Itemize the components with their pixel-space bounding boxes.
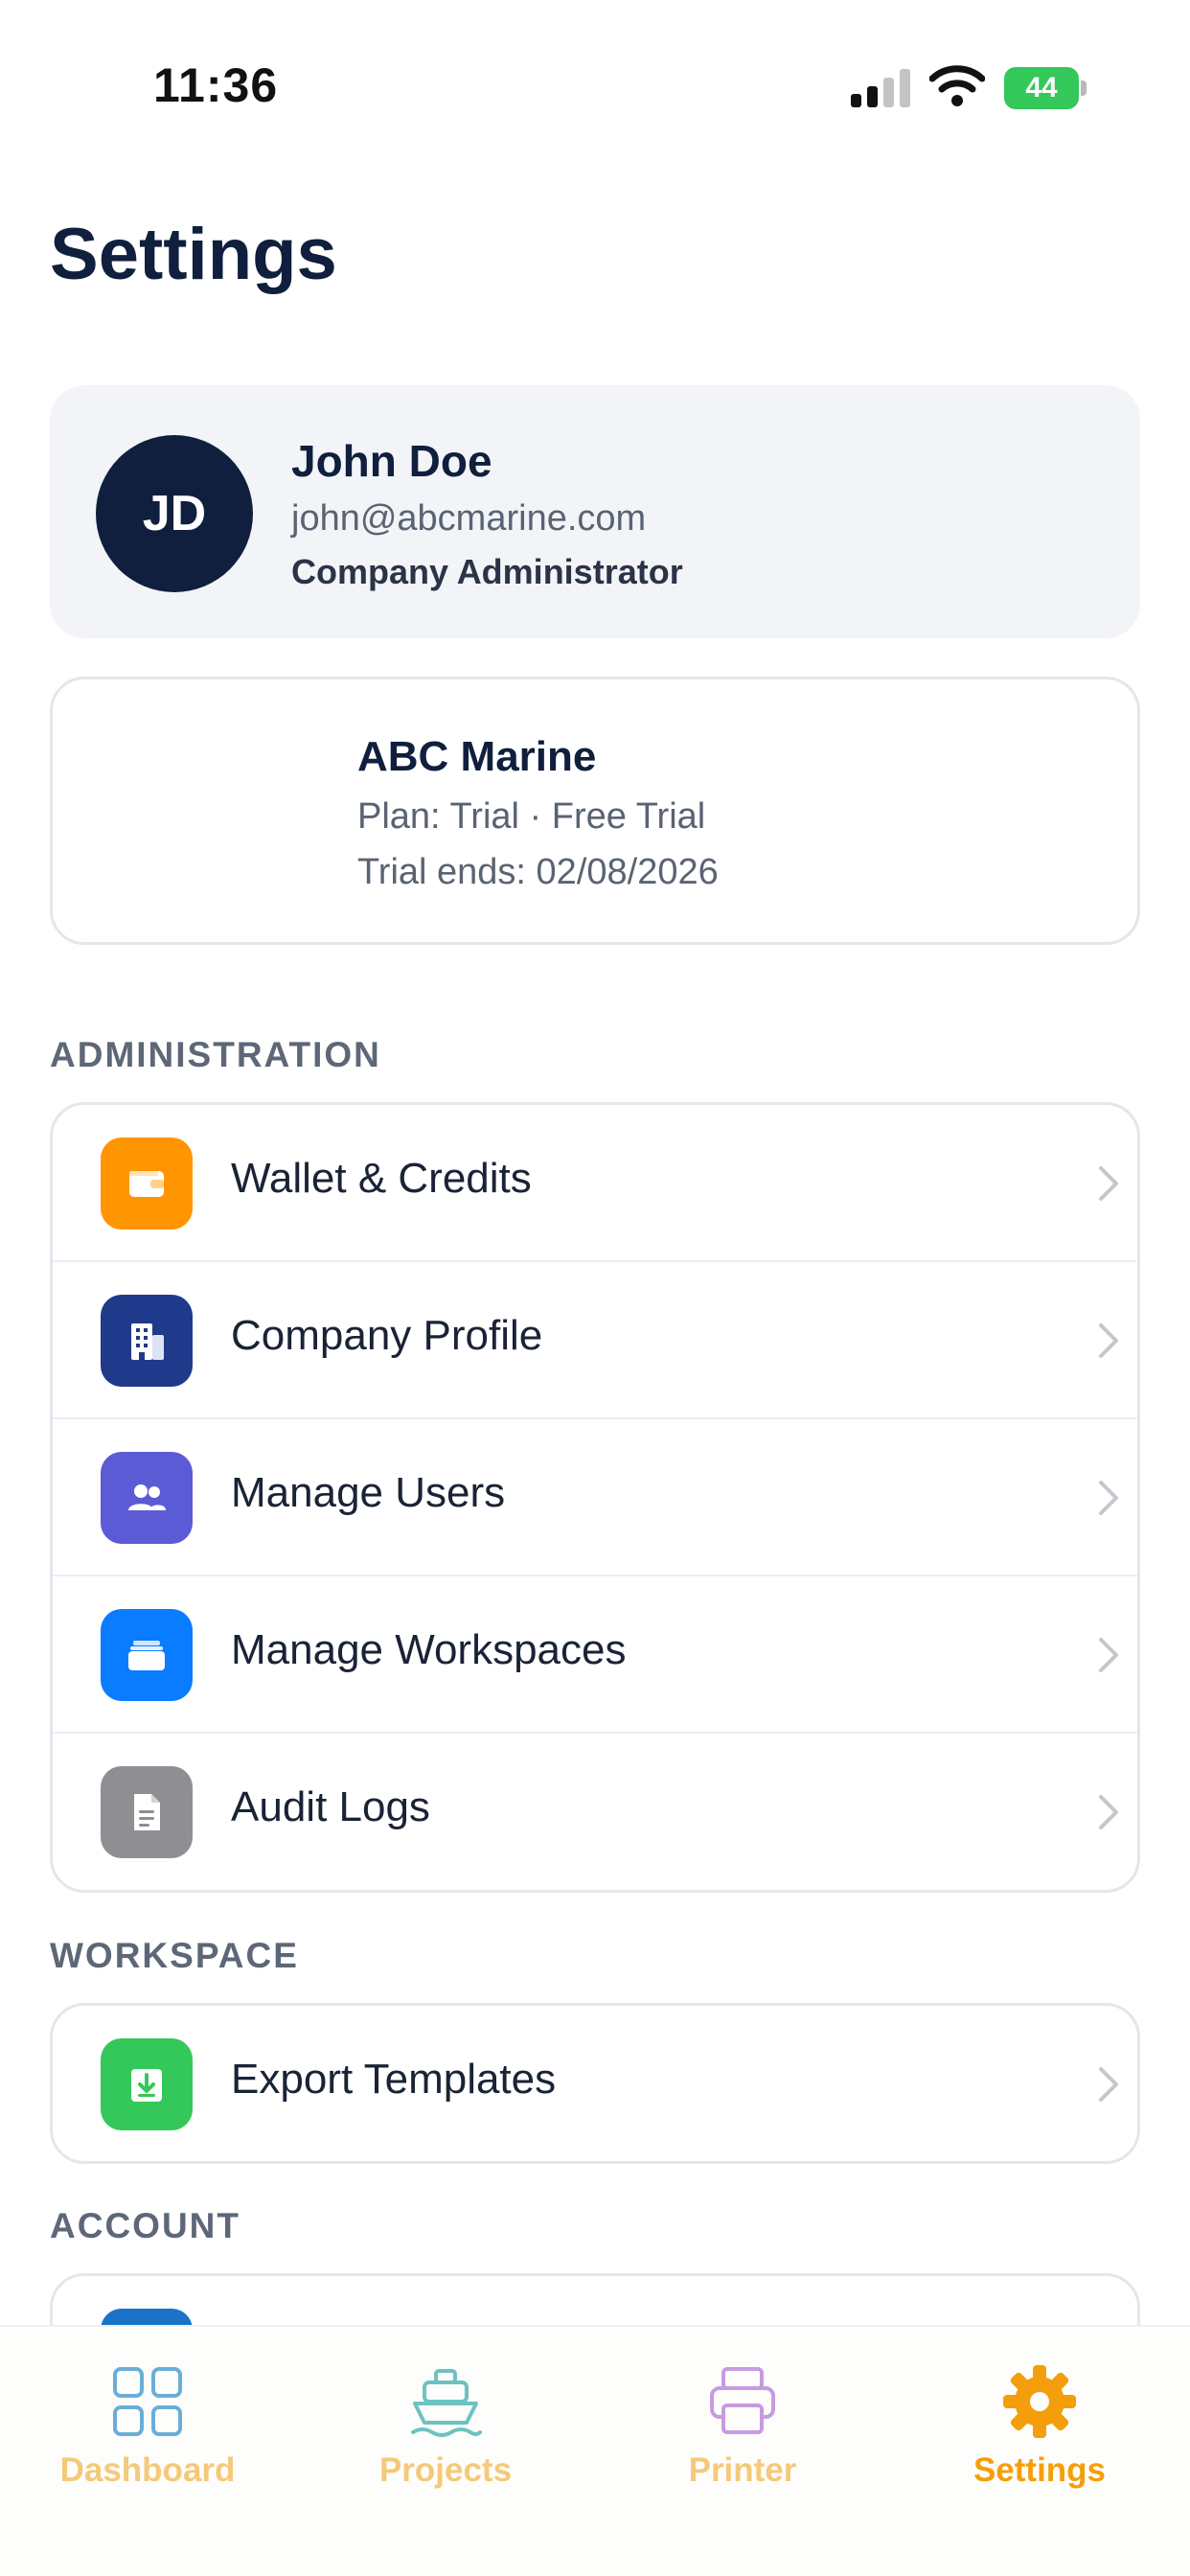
menu-item-company-profile[interactable]: Company Profile <box>53 1262 1137 1419</box>
tab-printer[interactable]: Printer <box>637 2346 848 2490</box>
profile-email: john@abcmarine.com <box>291 498 647 539</box>
chevron-right-icon <box>1099 2067 1118 2102</box>
ship-icon <box>411 2369 482 2437</box>
tab-bar: Dashboard Projects Printer Settings <box>0 2325 1190 2576</box>
tab-projects[interactable]: Projects <box>340 2346 551 2490</box>
tab-label: Settings <box>973 2451 1107 2489</box>
section-header-workspace: WORKSPACE <box>50 1936 299 1975</box>
chevron-right-icon <box>1099 1481 1118 1515</box>
menu-label: Manage Users <box>231 1469 506 1516</box>
wallet-icon <box>101 1138 193 1230</box>
menu-label: Audit Logs <box>231 1783 430 1830</box>
download-icon <box>101 2038 193 2130</box>
menu-item-wallet-credits[interactable]: Wallet & Credits <box>53 1105 1137 1262</box>
tab-settings[interactable]: Settings <box>934 2346 1145 2490</box>
status-bar: 11:36 44 <box>0 0 1190 144</box>
avatar: JD <box>96 435 253 592</box>
chevron-right-icon <box>1099 1323 1118 1358</box>
menu-item-export-templates[interactable]: Export Templates <box>53 2006 1137 2161</box>
workspace-menu: Export Templates <box>50 2003 1140 2164</box>
company-plan: Plan: Trial · Free Trial <box>357 796 706 837</box>
section-header-administration: ADMINISTRATION <box>50 1035 381 1074</box>
cellular-signal-icon <box>851 69 910 107</box>
menu-label: Company Profile <box>231 1312 543 1359</box>
tab-dashboard[interactable]: Dashboard <box>42 2346 253 2490</box>
chevron-right-icon <box>1099 1166 1118 1201</box>
document-icon <box>101 1766 193 1858</box>
company-trial-end: Trial ends: 02/08/2026 <box>357 852 719 892</box>
company-card[interactable]: ABC Marine Plan: Trial · Free Trial Tria… <box>50 677 1140 945</box>
section-header-account: ACCOUNT <box>50 2206 240 2245</box>
company-name: ABC Marine <box>357 733 597 780</box>
wifi-icon <box>929 65 985 106</box>
menu-item-audit-logs[interactable]: Audit Logs <box>53 1734 1137 1890</box>
building-icon <box>101 1295 193 1387</box>
menu-label: Manage Workspaces <box>231 1626 627 1673</box>
menu-label: Export Templates <box>231 2056 557 2103</box>
menu-item-manage-workspaces[interactable]: Manage Workspaces <box>53 1576 1137 1734</box>
folder-icon <box>101 1609 193 1701</box>
profile-card[interactable]: JD John Doe john@abcmarine.com Company A… <box>50 385 1140 638</box>
tab-label: Projects <box>378 2451 513 2489</box>
page-title: Settings <box>50 214 337 295</box>
chevron-right-icon <box>1099 1638 1118 1672</box>
profile-name: John Doe <box>291 436 492 486</box>
gear-icon <box>1003 2365 1076 2438</box>
profile-role: Company Administrator <box>291 552 683 591</box>
tab-label: Dashboard <box>59 2451 236 2489</box>
battery-level: 44 <box>1025 72 1058 104</box>
status-time: 11:36 <box>153 58 279 112</box>
battery-icon: 44 <box>1004 67 1087 109</box>
chevron-right-icon <box>1099 1795 1118 1829</box>
tab-label: Printer <box>688 2451 797 2489</box>
administration-menu: Wallet & Credits Company Profile Manage … <box>50 1102 1140 1893</box>
menu-label: Wallet & Credits <box>231 1155 532 1202</box>
printer-icon <box>710 2367 775 2434</box>
menu-item-manage-users[interactable]: Manage Users <box>53 1419 1137 1576</box>
users-icon <box>101 1452 193 1544</box>
grid-icon <box>113 2367 182 2436</box>
